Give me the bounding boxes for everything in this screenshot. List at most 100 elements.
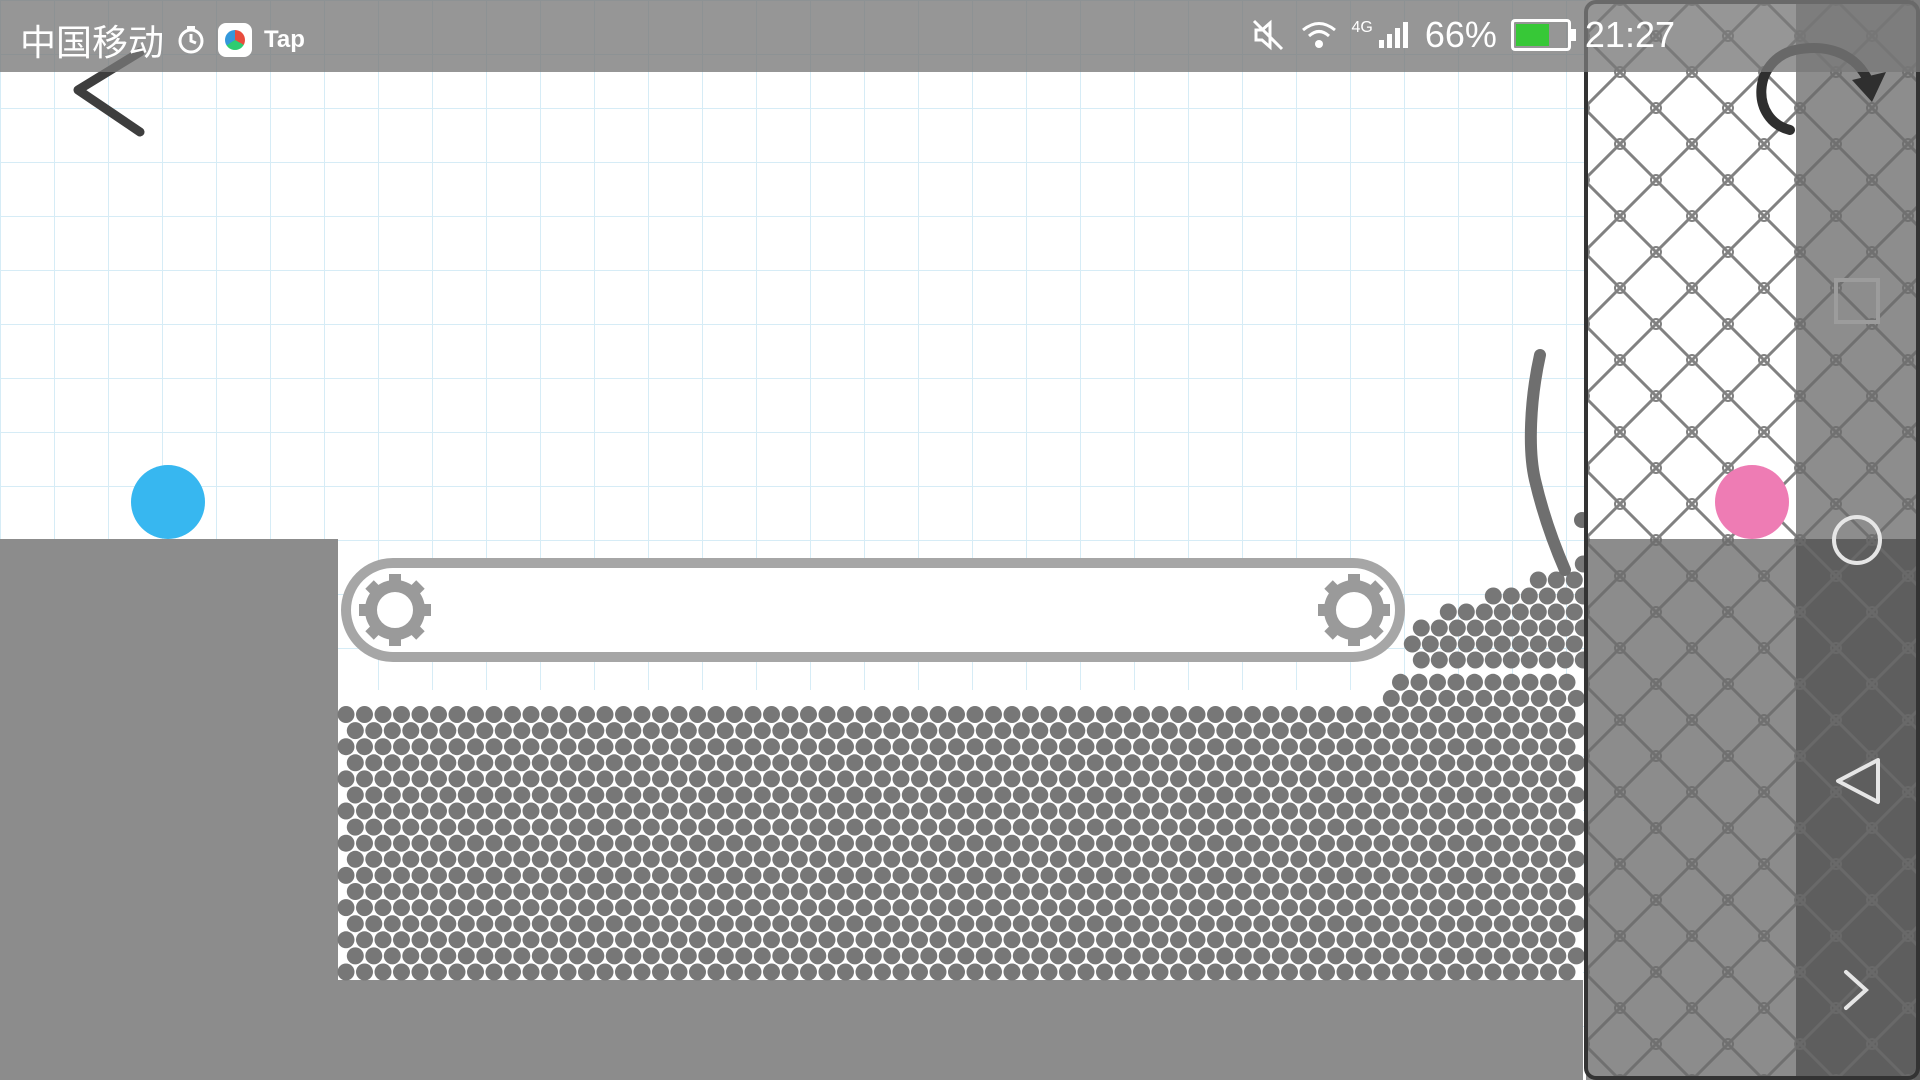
particle [1410,931,1428,949]
particle [698,915,716,933]
particle [485,770,503,788]
particle [818,738,836,756]
particle [790,915,808,933]
particle [753,722,771,740]
particle [356,738,373,756]
particle [1558,931,1576,949]
particle [892,963,910,981]
particle [716,722,734,740]
particle [439,915,457,933]
particle [1373,866,1391,884]
particle [1188,834,1206,852]
game-scene[interactable] [0,0,1920,1080]
particle [356,834,373,852]
particle [716,915,734,933]
particle [726,738,743,756]
particle [1475,754,1493,772]
particle [1345,818,1363,836]
particle [1096,899,1113,917]
particle [772,818,790,836]
particle [448,866,466,884]
particle [513,850,531,868]
particle [1262,738,1280,756]
particle [1364,722,1382,740]
particle [1142,722,1160,740]
particle [457,850,475,868]
particle [504,802,521,820]
particle [957,818,975,836]
particle [994,915,1012,933]
particle [1538,587,1556,605]
particle [1364,915,1382,933]
particle [1538,619,1556,637]
particle [985,834,1002,852]
particle [1207,931,1224,949]
particle [1447,931,1465,949]
blue-ball[interactable] [131,465,205,539]
particle [522,738,540,756]
particle [1299,963,1317,981]
pink-ball[interactable] [1715,465,1789,539]
particle [735,947,753,965]
particle [374,770,392,788]
particle [1123,947,1141,965]
particle [1466,963,1483,981]
particle [1151,834,1169,852]
particle [1012,883,1030,900]
particle [513,883,531,900]
particle [550,883,568,900]
particle [689,706,706,723]
carrier-label: 中国移动 [20,22,165,63]
particle [1114,963,1132,981]
particle [1466,770,1483,788]
particle [1540,834,1557,852]
particle [809,947,827,965]
particle [1077,738,1095,756]
particle [494,850,512,868]
particle [1419,947,1437,965]
particle [837,866,854,884]
particle [1031,722,1049,740]
particle [1281,931,1298,949]
particle [827,818,845,836]
particle [494,883,512,900]
particle [735,754,753,772]
particle [1511,635,1529,653]
particle [827,722,845,740]
particle [1401,883,1419,900]
particle [1059,931,1076,949]
particle [1493,786,1511,804]
particle [1438,850,1456,868]
particle [365,722,383,740]
particle [800,802,817,820]
particle [763,738,780,756]
particle [642,818,660,836]
particle [596,963,614,981]
particle [966,802,984,820]
particle [1170,931,1187,949]
particle [920,883,938,900]
particle [1529,571,1547,589]
particle [1457,603,1475,621]
particle [1077,770,1095,788]
particle [1271,818,1289,836]
particle [513,722,531,740]
particle [1382,883,1400,900]
particle [994,818,1012,836]
particle [994,786,1012,804]
particle [1225,931,1243,949]
particle [346,786,364,804]
particle [568,850,586,868]
particle [1114,706,1132,723]
particle [513,915,531,933]
particle [1022,738,1039,756]
particle [1382,722,1400,740]
particle [356,899,373,917]
particle [800,706,817,723]
particle [790,818,808,836]
particle [1503,770,1520,788]
particle [550,947,568,965]
particle [467,899,484,917]
particle [1466,651,1484,669]
particle [1502,587,1520,605]
